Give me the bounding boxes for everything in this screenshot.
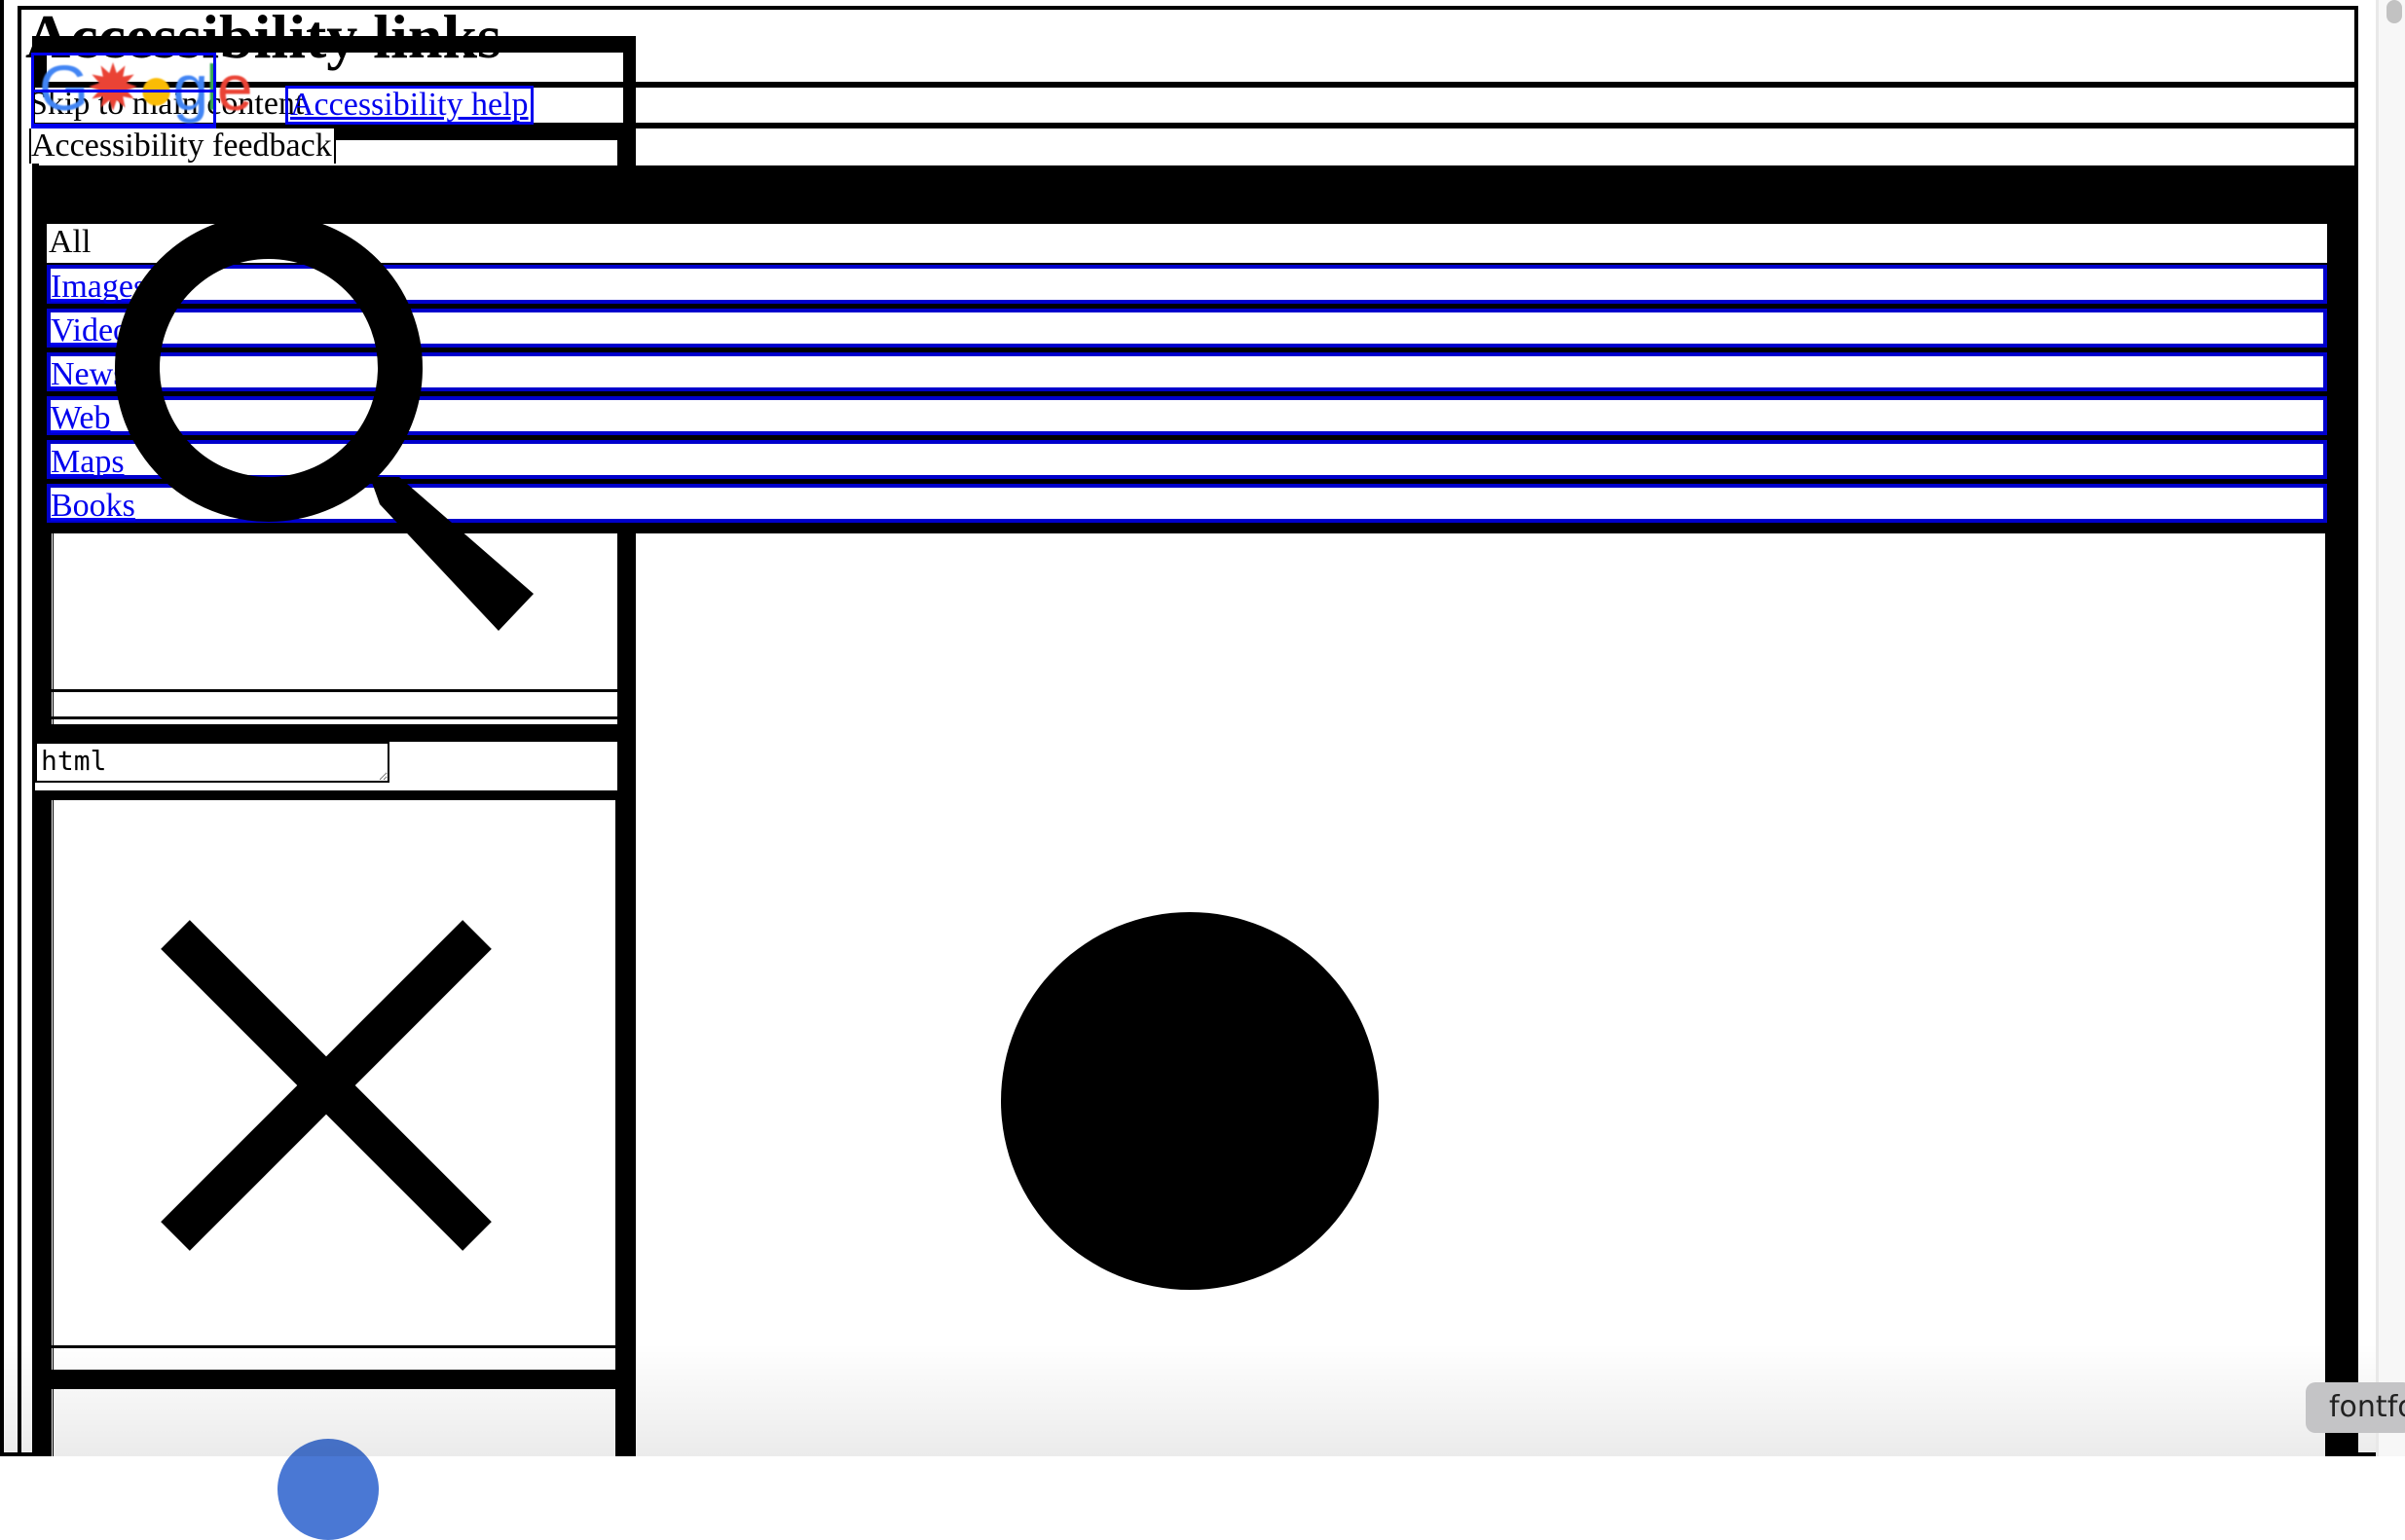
main-content-area bbox=[636, 533, 2325, 1456]
divider bbox=[51, 1345, 615, 1348]
tooltip: fontfo bbox=[2306, 1382, 2405, 1433]
nav-item-label: All bbox=[49, 224, 92, 260]
close-icon[interactable] bbox=[156, 915, 497, 1256]
divider bbox=[51, 716, 617, 719]
circle-icon bbox=[1001, 912, 1379, 1290]
scrollbar-thumb[interactable] bbox=[2386, 0, 2402, 23]
logo-letter: e bbox=[216, 52, 253, 124]
divider bbox=[51, 689, 617, 692]
divider bbox=[51, 1370, 615, 1379]
accessibility-feedback-button[interactable]: Accessibility feedback bbox=[29, 128, 336, 164]
links-strip bbox=[636, 88, 2350, 123]
accessibility-help-link[interactable]: Accessibility help bbox=[285, 86, 534, 125]
feedback-strip bbox=[636, 129, 2348, 165]
heading-strip bbox=[636, 10, 2351, 82]
search-input[interactable]: html bbox=[35, 742, 389, 783]
skip-link-focus bbox=[31, 90, 216, 128]
scrollbar[interactable] bbox=[2376, 0, 2405, 1456]
search-icon[interactable] bbox=[97, 195, 545, 642]
voice-search-icon[interactable] bbox=[278, 1439, 379, 1540]
panel-footer bbox=[51, 1348, 615, 1370]
